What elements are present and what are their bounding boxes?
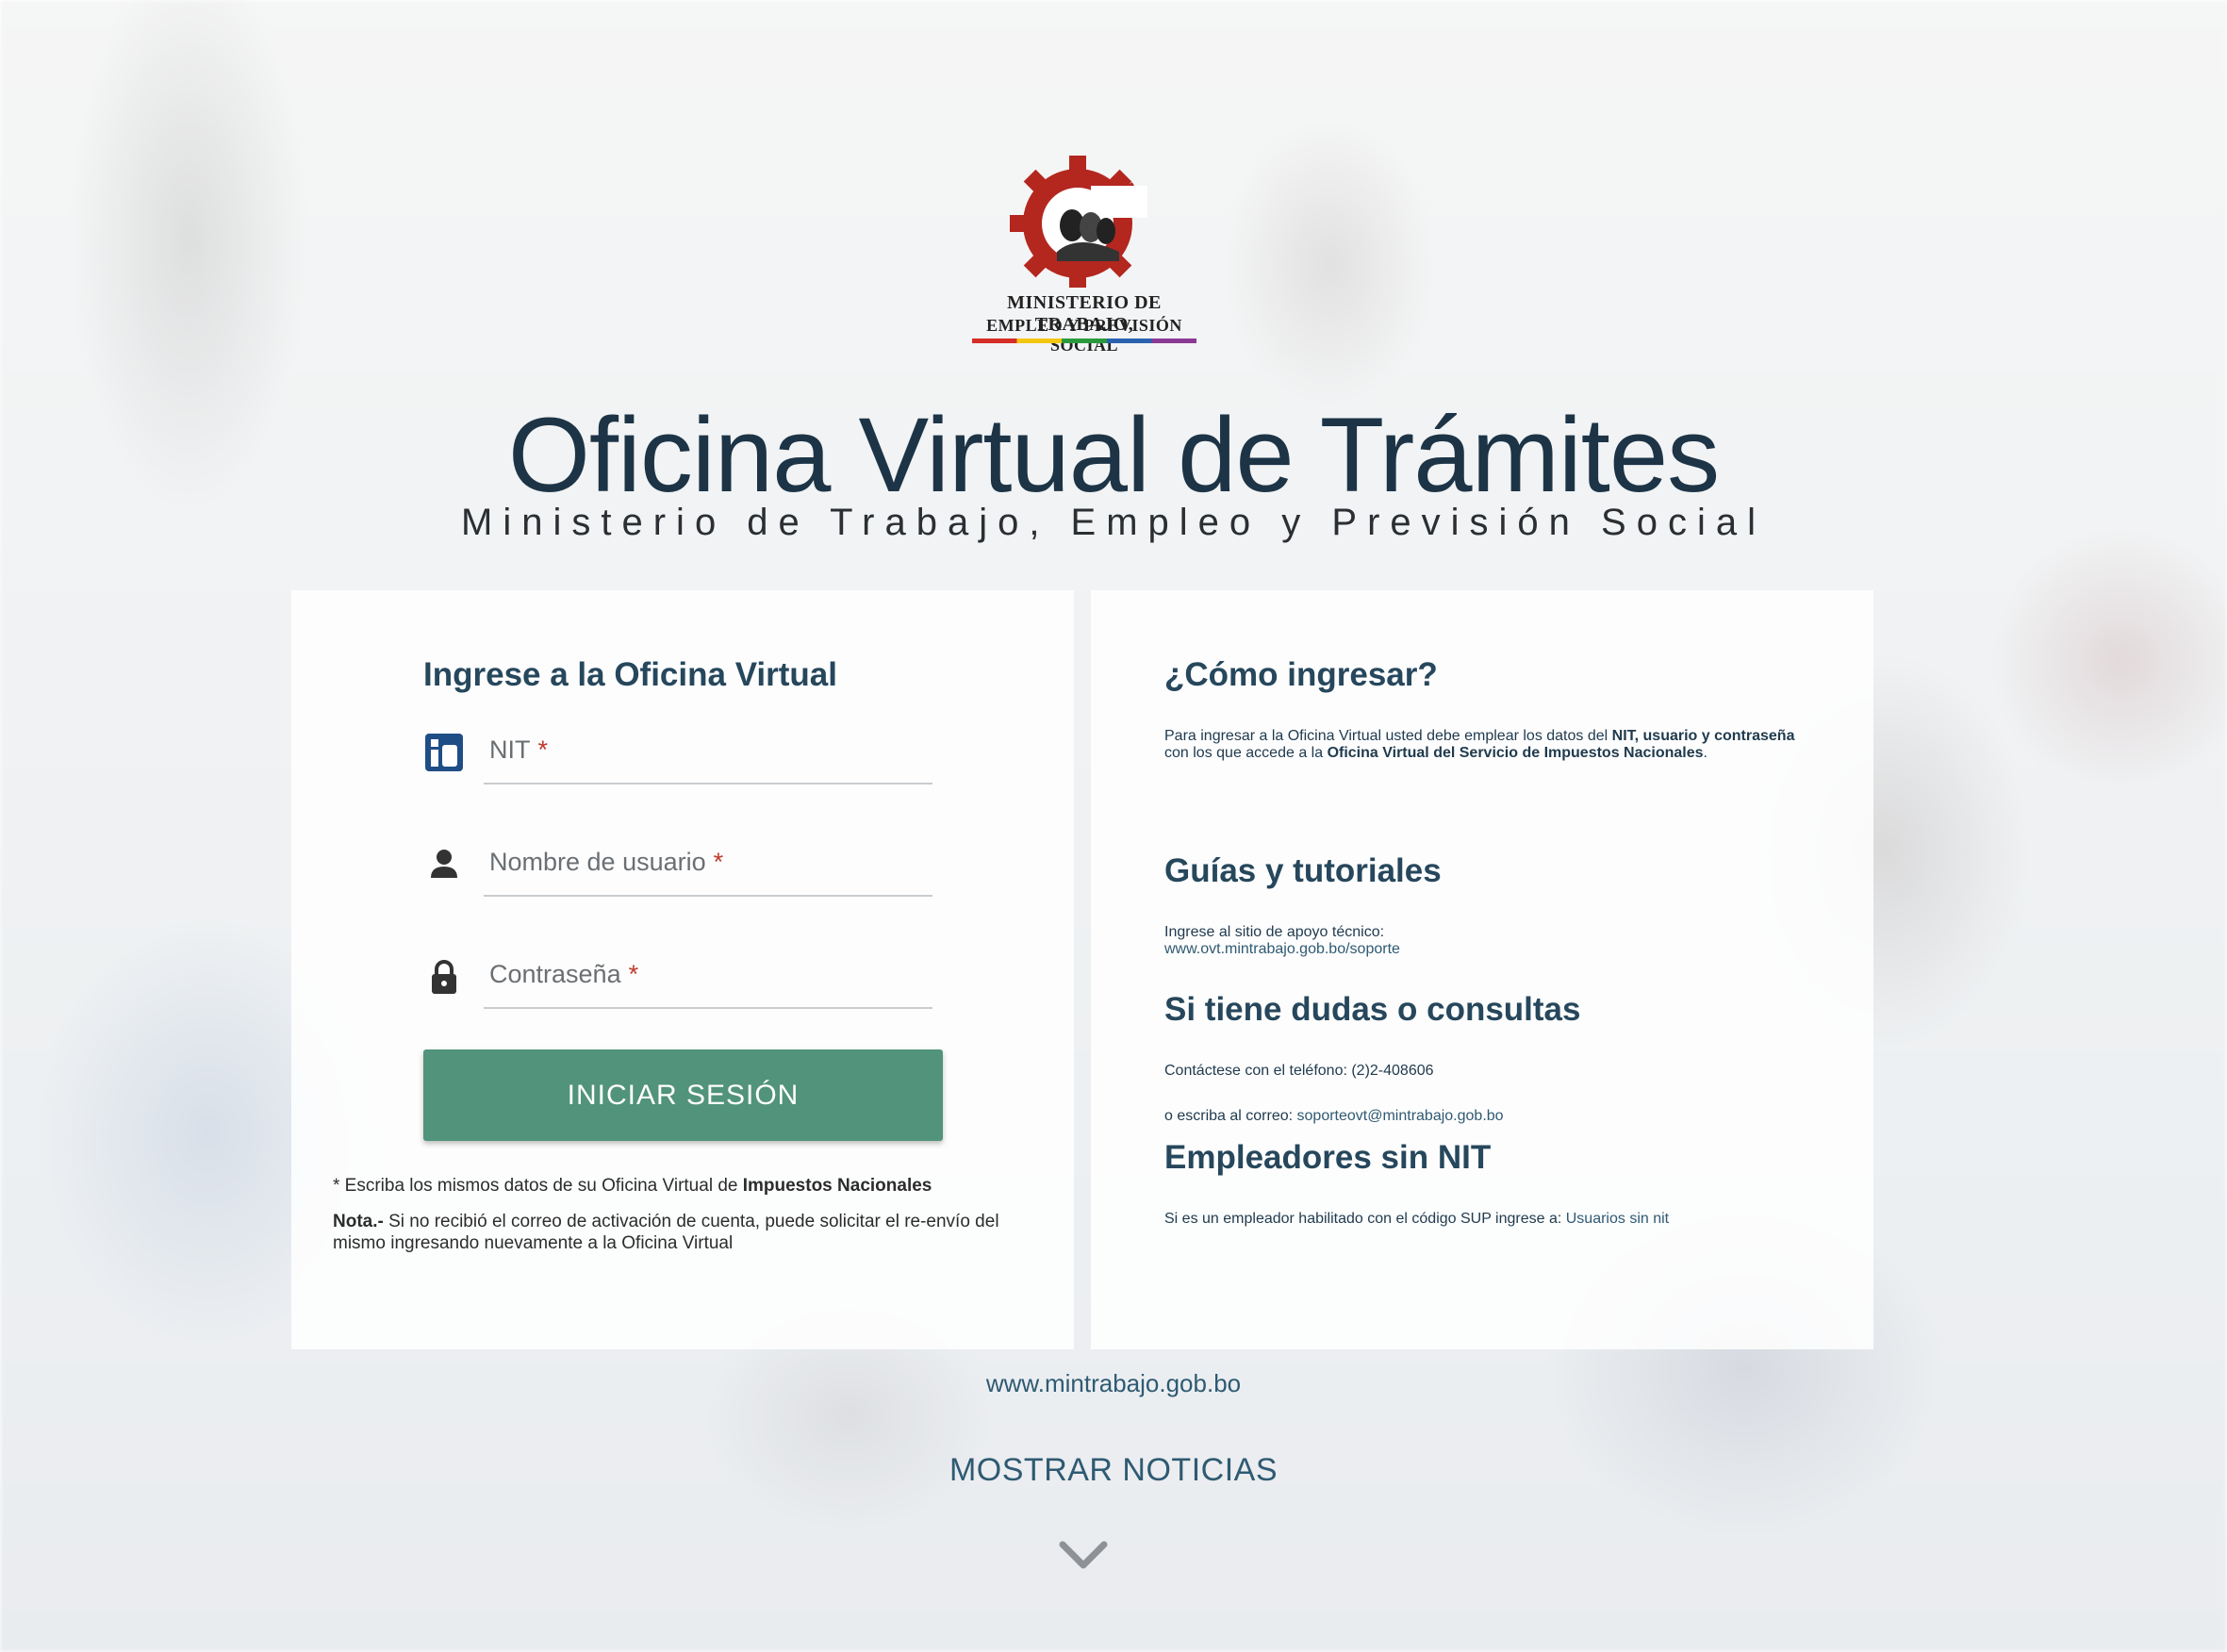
how-to-text: Para ingresar a la Oficina Virtual usted… [1164,728,1795,761]
support-link[interactable]: www.ovt.mintrabajo.gob.bo/soporte [1164,941,1400,957]
gear-emblem-icon [1010,156,1147,291]
password-label: Contraseña * [489,960,639,988]
users-without-nit-link[interactable]: Usuarios sin nit [1566,1211,1669,1227]
user-icon [431,850,457,878]
ministry-logo: MINISTERIO DE TRABAJO, EMPLEO Y PREVISIÓ… [966,156,1202,355]
username-label: Nombre de usuario * [489,848,724,876]
login-note-2: Nota.- Si no recibió el correo de activa… [333,1212,999,1253]
page-subtitle: Ministerio de Trabajo, Empleo y Previsió… [461,502,1766,543]
info-card: ¿Cómo ingresar? Para ingresar a la Ofici… [1091,590,1873,1349]
employers-text: Si es un empleador habilitado con el cód… [1164,1211,1670,1227]
login-button[interactable]: INICIAR SESIÓN [423,1049,943,1141]
flag-stripe [972,339,1196,343]
login-title: Ingrese a la Oficina Virtual [423,656,837,693]
show-news-button[interactable]: MOSTRAR NOTICIAS [0,1452,2227,1489]
footer-site-link[interactable]: www.mintrabajo.gob.bo [0,1369,2227,1398]
guides-text: Ingrese al sitio de apoyo técnico: www.ov… [1164,924,1400,957]
login-note-1: * Escriba los mismos datos de su Oficina… [333,1176,932,1196]
email-text: o escriba al correo: soporteovt@mintraba… [1164,1108,1504,1124]
logo-line-2: EMPLEO Y PREVISIÓN SOCIAL [986,316,1182,355]
password-field[interactable]: Contraseña * [423,952,932,1009]
questions-title: Si tiene dudas o consultas [1164,991,1581,1028]
phone-text: Contáctese con el teléfono: (2)2-408606 [1164,1063,1434,1079]
id-card-icon [425,734,463,771]
nit-label: NIT * [489,735,549,764]
employers-title: Empleadores sin NIT [1164,1139,1492,1176]
guides-title: Guías y tutoriales [1164,852,1442,889]
page-title: Oficina Virtual de Trámites [507,396,1720,514]
login-card: Ingrese a la Oficina Virtual NIT * Nombre… [291,590,1074,1349]
how-to-title: ¿Cómo ingresar? [1164,656,1438,693]
lock-icon [432,960,456,994]
nit-field[interactable]: NIT * [423,728,932,785]
support-email-link[interactable]: soporteovt@mintrabajo.gob.bo [1297,1108,1504,1124]
chevron-down-icon[interactable] [1057,1537,1110,1575]
username-field[interactable]: Nombre de usuario * [423,840,932,897]
